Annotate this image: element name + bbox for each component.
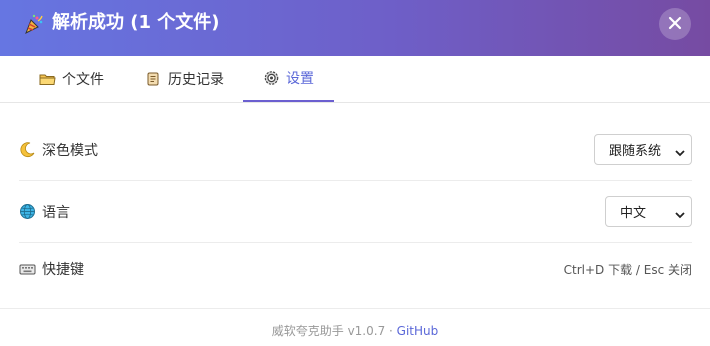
shortcut-description: Ctrl+D 下载 / Esc 关闭 xyxy=(563,262,692,277)
divider xyxy=(19,242,692,243)
close-button[interactable] xyxy=(659,8,691,40)
setting-row-shortcuts: 快捷键 Ctrl+D 下载 / Esc 关闭 xyxy=(19,257,692,281)
shortcuts-text: 快捷键 xyxy=(42,262,84,278)
setting-row-language: 语言 中文 xyxy=(19,195,692,228)
folder-icon xyxy=(39,71,56,87)
keyboard-icon xyxy=(19,261,36,278)
dark-mode-label: 深色模式 xyxy=(19,140,98,160)
chevron-down-icon xyxy=(675,146,685,157)
divider xyxy=(19,180,692,181)
language-select-value: 中文 xyxy=(620,206,647,221)
globe-icon xyxy=(19,203,36,220)
gear-icon xyxy=(263,70,280,86)
footer: 威软夸克助手 v1.0.7 · GitHub xyxy=(0,322,710,339)
tab-settings[interactable]: 设置 xyxy=(243,56,334,102)
dark-mode-text: 深色模式 xyxy=(42,142,98,159)
crescent-moon-icon xyxy=(19,141,36,158)
language-select[interactable]: 中文 xyxy=(605,196,692,227)
chevron-down-icon xyxy=(675,208,685,219)
tab-files[interactable]: 个文件 xyxy=(39,56,104,102)
party-popper-icon xyxy=(23,13,45,35)
setting-row-dark-mode: 深色模式 跟随系统 xyxy=(19,133,692,166)
theme-select[interactable]: 跟随系统 xyxy=(594,134,692,165)
language-text: 语言 xyxy=(42,204,70,221)
version-text: 威软夸克助手 v1.0.7 · xyxy=(271,324,397,338)
tab-history-label: 历史记录 xyxy=(168,72,224,88)
dialog-header: 解析成功 (1 个文件) xyxy=(0,0,710,56)
tab-settings-label: 设置 xyxy=(286,71,314,87)
tab-bar: 个文件 历史记录 设置 xyxy=(0,56,710,103)
scroll-icon xyxy=(145,71,162,87)
dialog-title: 解析成功 (1 个文件) xyxy=(52,12,220,33)
result-dialog: 解析成功 (1 个文件) 个文件 历史记录 设置 深色模式 跟随系统 语言 中文… xyxy=(0,0,710,346)
shortcuts-label: 快捷键 xyxy=(19,259,84,279)
github-link[interactable]: GitHub xyxy=(397,324,439,338)
theme-select-value: 跟随系统 xyxy=(609,144,662,159)
tab-history[interactable]: 历史记录 xyxy=(145,56,224,102)
language-label: 语言 xyxy=(19,202,70,222)
close-icon xyxy=(668,15,682,34)
tab-files-label: 个文件 xyxy=(62,72,104,88)
footer-divider xyxy=(0,308,710,309)
